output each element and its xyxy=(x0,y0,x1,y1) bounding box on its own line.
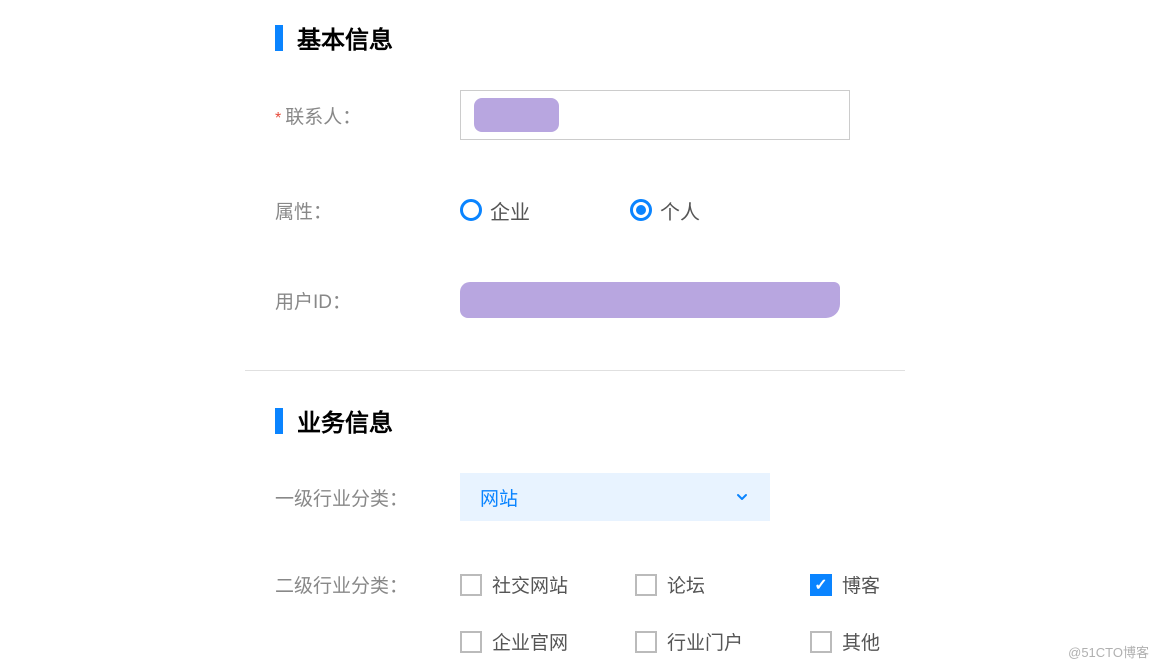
radio-label-enterprise: 企业 xyxy=(490,196,530,225)
label-industry-1: 一级行业分类： xyxy=(275,484,460,511)
radio-enterprise[interactable]: 企业 xyxy=(460,196,530,225)
checkbox-corporate[interactable]: 企业官网 xyxy=(460,628,635,655)
header-accent-bar xyxy=(275,25,283,51)
section-header-business: 业务信息 xyxy=(275,403,1157,438)
checkbox-box-icon xyxy=(635,574,657,596)
redacted-overlay xyxy=(474,98,559,132)
chevron-down-icon xyxy=(734,489,750,505)
section-header-basic: 基本信息 xyxy=(275,20,1157,55)
contact-input-wrapper xyxy=(460,90,850,140)
checkbox-box-checked-icon: ✓ xyxy=(810,574,832,596)
row-user-id: 用户ID： xyxy=(275,280,1157,320)
radio-circle-icon xyxy=(630,199,652,221)
label-contact: * 联系人： xyxy=(275,102,460,129)
checkbox-label: 博客 xyxy=(842,571,880,598)
required-asterisk: * xyxy=(275,110,281,128)
checkbox-box-icon xyxy=(810,631,832,653)
redacted-user-id xyxy=(460,282,840,318)
checkbox-portal[interactable]: 行业门户 xyxy=(635,628,810,655)
radio-circle-icon xyxy=(460,199,482,221)
checkbox-label: 论坛 xyxy=(667,571,705,598)
section-divider xyxy=(245,370,905,371)
label-industry-1-text: 一级行业分类： xyxy=(275,484,408,511)
checkbox-social[interactable]: 社交网站 xyxy=(460,571,635,598)
checkbox-row: 企业官网 行业门户 其他 xyxy=(460,628,985,655)
radio-personal[interactable]: 个人 xyxy=(630,196,700,225)
label-contact-text: 联系人： xyxy=(285,102,361,129)
select-industry-1[interactable]: 网站 xyxy=(460,473,770,521)
watermark: @51CTO博客 xyxy=(1068,642,1149,661)
checkbox-box-icon xyxy=(460,631,482,653)
checkbox-box-icon xyxy=(460,574,482,596)
checkbox-label: 社交网站 xyxy=(492,571,568,598)
row-industry-1: 一级行业分类： 网站 xyxy=(275,473,1157,521)
label-attribute: 属性： xyxy=(275,197,460,224)
checkbox-grid-industry-2: 社交网站 论坛 ✓ 博客 企 xyxy=(460,571,985,655)
checkbox-forum[interactable]: 论坛 xyxy=(635,571,810,598)
label-user-id: 用户ID： xyxy=(275,287,460,314)
checkbox-label: 企业官网 xyxy=(492,628,568,655)
label-industry-2: 二级行业分类： xyxy=(275,571,460,598)
row-contact: * 联系人： xyxy=(275,90,1157,140)
checkbox-blog[interactable]: ✓ 博客 xyxy=(810,571,985,598)
radio-dot-icon xyxy=(636,205,646,215)
checkbox-label: 其他 xyxy=(842,628,880,655)
checkmark-icon: ✓ xyxy=(814,575,827,595)
checkbox-label: 行业门户 xyxy=(667,628,743,655)
row-attribute: 属性： 企业 个人 xyxy=(275,190,1157,230)
header-accent-bar xyxy=(275,408,283,434)
select-industry-1-value: 网站 xyxy=(480,484,518,511)
section-title-business: 业务信息 xyxy=(297,403,393,438)
checkbox-row: 社交网站 论坛 ✓ 博客 xyxy=(460,571,985,598)
label-industry-2-text: 二级行业分类： xyxy=(275,571,408,598)
checkbox-box-icon xyxy=(635,631,657,653)
label-user-id-text: 用户ID： xyxy=(275,287,351,314)
section-title-basic: 基本信息 xyxy=(297,20,393,55)
row-industry-2: 二级行业分类： 社交网站 论坛 ✓ 博客 xyxy=(275,571,1157,655)
checkbox-other[interactable]: 其他 xyxy=(810,628,985,655)
label-attribute-text: 属性： xyxy=(275,197,332,224)
radio-group-attribute: 企业 个人 xyxy=(460,196,700,225)
radio-label-personal: 个人 xyxy=(660,196,700,225)
